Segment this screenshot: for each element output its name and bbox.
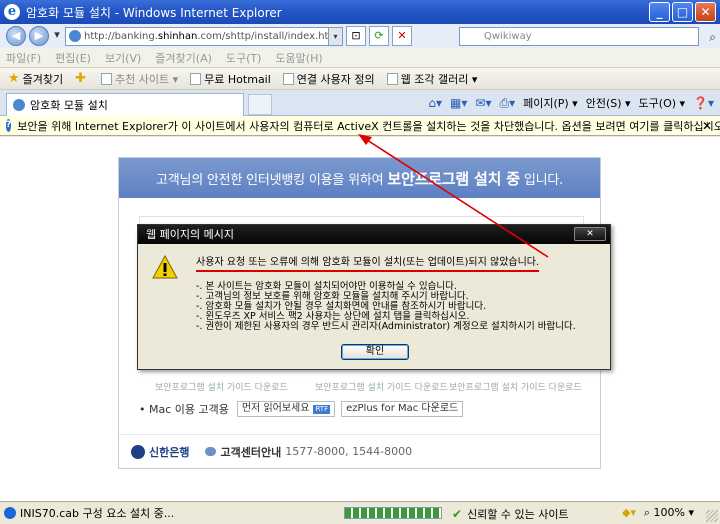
dialog-close-button[interactable]: ✕ — [574, 227, 606, 241]
tab-active[interactable]: 암호화 모듈 설치 — [6, 93, 244, 116]
mac-row: • Mac 이용 고객용 먼저 읽어보세요 RTF ezPlus for Mac… — [139, 401, 469, 417]
forward-button[interactable]: ▶ — [29, 26, 49, 46]
status-text-area: INIS70.cab 구성 요소 설치 중... — [0, 505, 300, 521]
menu-bar: 파일(F) 편집(E) 보기(V) 즐겨찾기(A) 도구(T) 도움말(H) — [0, 48, 720, 68]
guide-download-link[interactable]: 보안프로그램 설치 가이드 다운로드 — [155, 380, 288, 393]
zoom-level[interactable]: ⌕ 100% ▾ — [644, 506, 694, 520]
address-dropdown-icon[interactable]: ▾ — [329, 26, 343, 46]
compatibility-icon[interactable]: ⊡ — [346, 26, 366, 46]
fav-item-web-slice-gallery[interactable]: 웹 조각 갤러리 ▾ — [386, 71, 477, 87]
tools-menu[interactable]: 도구(O) ▾ — [639, 95, 686, 111]
infobar-close-icon[interactable]: ✕ — [702, 119, 712, 133]
stop-icon[interactable]: ✕ — [392, 26, 412, 46]
menu-file[interactable]: 파일(F) — [6, 50, 41, 66]
dialog-ok-button[interactable]: 확인 — [341, 344, 409, 360]
feeds-icon[interactable]: ▦▾ — [450, 96, 467, 110]
dialog-main-message: 사용자 요청 또는 오류에 의해 암호화 모듈이 설치(또는 업데이트)되지 않… — [196, 253, 540, 272]
page-icon — [190, 72, 202, 85]
search-icon[interactable]: ⌕ — [709, 29, 716, 46]
menu-help[interactable]: 도움말(H) — [275, 50, 322, 66]
header-bold-text: 보안프로그램 설치 중 — [387, 169, 520, 188]
url-host: shinhan — [157, 30, 198, 42]
security-zone[interactable]: ✔ 신뢰할 수 있는 사이트 — [452, 506, 569, 522]
globe-icon — [13, 99, 25, 111]
ie-status-icon — [4, 507, 16, 519]
menu-favorites[interactable]: 즐겨찾기(A) — [155, 50, 212, 66]
fav-item-custom-links[interactable]: 연결 사용자 정의 — [282, 71, 375, 87]
fav-item-hotmail[interactable]: 무료 Hotmail — [190, 71, 271, 87]
warning-icon — [152, 255, 178, 279]
customer-center: 고객센터안내 1577-8000, 1544-8000 — [205, 444, 412, 460]
add-favorite-icon: ✚ — [75, 71, 87, 86]
rtf-badge: RTF — [313, 404, 331, 414]
download-progress — [344, 507, 442, 519]
print-icon[interactable]: ⎙▾ — [499, 96, 515, 111]
menu-view[interactable]: 보기(V) — [105, 50, 141, 66]
address-input[interactable]: http://banking. shinhan .com/shttp/install… — [65, 26, 329, 46]
panel-footer: 신한은행 고객센터안내 1577-8000, 1544-8000 — [119, 434, 600, 468]
globe-icon — [69, 30, 81, 42]
protected-mode-icon[interactable]: ◆▾ — [622, 506, 636, 519]
maximize-button[interactable]: □ — [672, 2, 693, 22]
safety-menu[interactable]: 안전(S) ▾ — [586, 95, 631, 111]
mac-label: • Mac 이용 고객용 — [139, 403, 229, 416]
ie-page-icon — [101, 72, 113, 85]
question-icon: ? — [6, 119, 12, 132]
guide-download-link[interactable]: 보안프로그램 설치 가이드 다운로드 — [315, 380, 448, 393]
close-button[interactable]: ✕ — [695, 2, 716, 22]
menu-edit[interactable]: 편집(E) — [55, 50, 91, 66]
window-titlebar[interactable]: e 암호화 모듈 설치 - Windows Internet Explorer … — [0, 0, 720, 24]
search-placeholder: Qwikiway — [484, 31, 532, 42]
information-bar[interactable]: ? 보안을 위해 Internet Explorer가 이 사이트에서 사용자의… — [0, 116, 720, 136]
shinhan-logo-icon — [131, 444, 145, 459]
back-button[interactable]: ◀ — [6, 26, 26, 46]
minimize-button[interactable]: _ — [649, 2, 670, 22]
ie-logo-icon: e — [4, 4, 20, 20]
status-bar: INIS70.cab 구성 요소 설치 중... ✔ 신뢰할 수 있는 사이트 … — [0, 501, 720, 524]
refresh-icon[interactable]: ⟳ — [369, 26, 389, 46]
infobar-message: 보안을 위해 Internet Explorer가 이 사이트에서 사용자의 컴… — [17, 119, 720, 133]
mac-readme-button[interactable]: 먼저 읽어보세요 RTF — [236, 401, 336, 417]
zoom-icon: ⌕ — [643, 506, 654, 519]
history-dropdown-icon[interactable]: ▾ — [52, 26, 62, 46]
ezplus-download-button[interactable]: ezPlus for Mac 다운로드 — [341, 401, 464, 417]
install-panel-header: 고객님의 안전한 인터넷뱅킹 이용을 위하여 보안프로그램 설치 중 입니다. — [119, 158, 600, 198]
page-menu[interactable]: 페이지(P) ▾ — [523, 95, 578, 111]
check-icon: ✔ — [452, 507, 463, 521]
guide-download-link[interactable]: 보안프로그램 설치 가이드 다운로드 — [449, 380, 582, 393]
progress-fill — [345, 508, 441, 518]
mail-icon[interactable]: ✉▾ — [475, 96, 491, 110]
tab-bar: 암호화 모듈 설치 ⌂▾ ▦▾ ✉▾ ⎙▾ 페이지(P) ▾ 안전(S) ▾ 도… — [0, 90, 720, 116]
help-icon[interactable]: ❓▾ — [693, 96, 714, 110]
fav-item-suggested[interactable]: 추천 사이트 ▾ — [101, 71, 178, 87]
search-input[interactable]: Qwikiway ⌕ — [459, 27, 716, 46]
window-title: 암호화 모듈 설치 - Windows Internet Explorer — [26, 5, 282, 20]
speech-bubble-icon — [205, 447, 217, 456]
page-icon — [282, 72, 294, 85]
add-favorite-button[interactable]: ✚ — [75, 71, 89, 86]
webpage-message-dialog: 웹 페이지의 메시지 ✕ 사용자 요청 또는 오류에 의해 암호화 모듈이 설치… — [137, 224, 611, 370]
dialog-titlebar[interactable]: 웹 페이지의 메시지 ✕ — [138, 225, 610, 244]
star-icon: ★ — [8, 71, 20, 86]
page-icon — [386, 72, 398, 85]
menu-tools[interactable]: 도구(T) — [226, 50, 262, 66]
favorites-bar: ★ 즐겨찾기 ✚ 추천 사이트 ▾ 무료 Hotmail 연결 사용자 정의 웹… — [0, 68, 720, 90]
url-prefix: http://banking. — [84, 30, 158, 42]
url-rest: .com/shttp/install/index.html?url= — [197, 30, 329, 42]
resize-grip[interactable] — [706, 510, 718, 522]
dialog-message: 사용자 요청 또는 오류에 의해 암호화 모듈이 설치(또는 업데이트)되지 않… — [196, 253, 604, 332]
status-text: INIS70.cab 구성 요소 설치 중... — [20, 507, 175, 520]
new-tab-button[interactable] — [248, 94, 272, 115]
home-icon[interactable]: ⌂▾ — [428, 96, 442, 110]
favorites-button[interactable]: ★ 즐겨찾기 — [8, 71, 63, 87]
dialog-line: -. 권한이 제한된 사용자의 경우 반드시 관리자(Administrator… — [196, 321, 576, 332]
shinhan-logo: 신한은행 — [131, 444, 189, 460]
command-bar: ⌂▾ ▦▾ ✉▾ ⎙▾ 페이지(P) ▾ 안전(S) ▾ 도구(O) ▾ ❓▾ — [420, 95, 714, 111]
